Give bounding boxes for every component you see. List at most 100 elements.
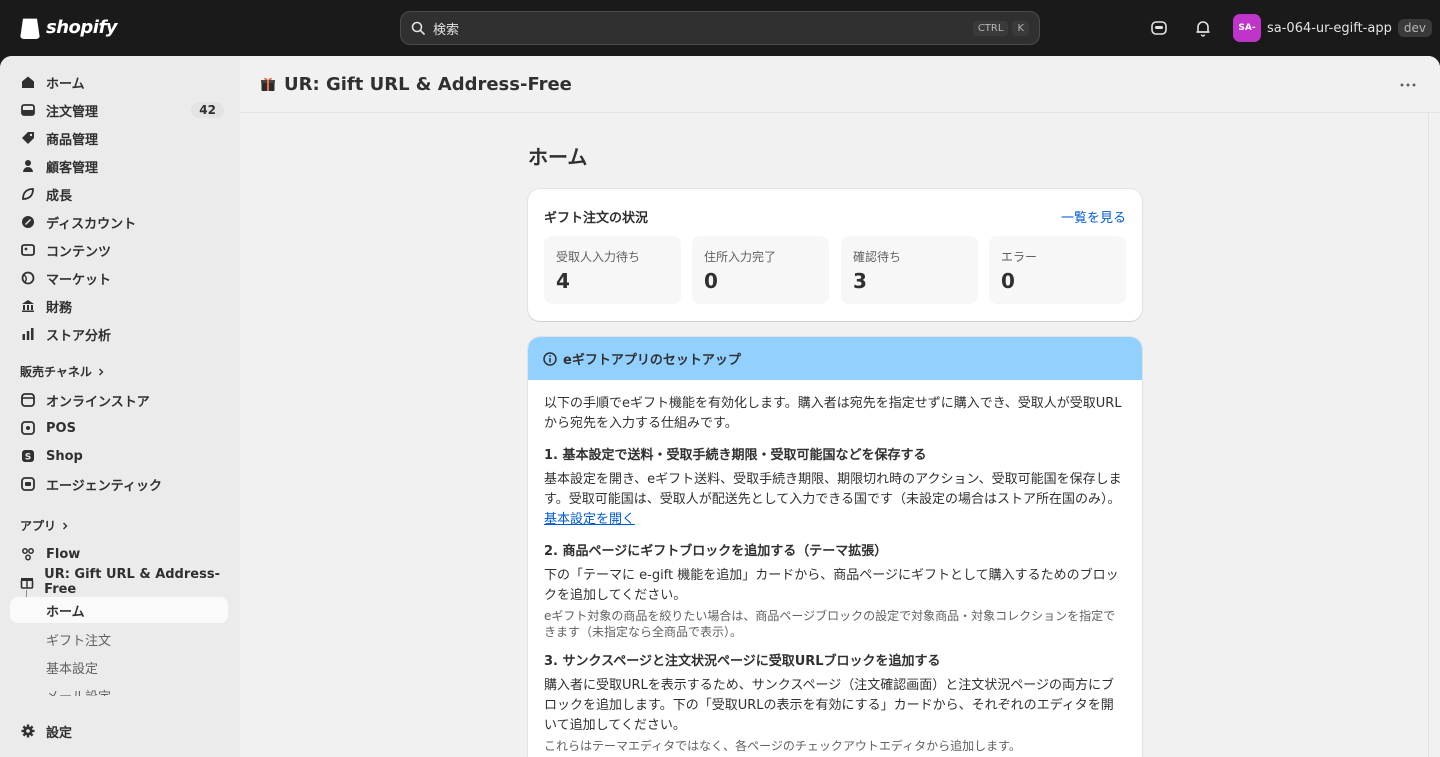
gear-icon <box>20 723 36 739</box>
growth-icon <box>20 186 36 202</box>
store-icon <box>20 392 36 408</box>
assistant-icon[interactable] <box>1148 17 1170 39</box>
sidebar-item-label: 設定 <box>46 725 73 741</box>
open-settings-link[interactable]: 基本設定を開く <box>544 512 635 527</box>
sidebar-item-label: マーケット <box>46 272 112 288</box>
ellipsis-icon <box>1400 83 1416 87</box>
sidebar-item-label: 顧客管理 <box>46 160 99 176</box>
stat-address-complete[interactable]: 住所入力完了 0 <box>692 236 829 304</box>
sidebar-item-agentic[interactable]: エージェンティック <box>10 471 228 497</box>
sidebar-item-content[interactable]: コンテンツ <box>10 237 228 263</box>
home-icon <box>20 74 36 90</box>
sidebar-item-label: UR: Gift URL & Address-Free <box>44 567 220 597</box>
sidebar-item-label: エージェンティック <box>46 478 162 494</box>
app-title-bar: UR: Gift URL & Address-Free <box>240 56 1440 113</box>
store-switcher[interactable]: SA- sa-064-ur-egift-app dev <box>1233 14 1432 42</box>
sidebar-item-label: Flow <box>46 546 81 562</box>
store-avatar: SA- <box>1233 14 1261 42</box>
stat-label: 住所入力完了 <box>704 250 777 264</box>
shopify-logo[interactable]: shopify <box>20 15 118 39</box>
view-all-link[interactable]: 一覧を見る <box>1061 207 1126 226</box>
admin-frame: ホーム 注文管理 42 商品管理 顧客管理 成長 ディスカウント コンテンツ マ… <box>0 56 1440 757</box>
sidebar-item-label: ディスカウント <box>46 216 137 232</box>
stat-label: 受取人入力待ち <box>556 250 641 264</box>
sidebar-item-gift-app[interactable]: UR: Gift URL & Address-Free <box>10 567 228 597</box>
stat-error[interactable]: エラー 0 <box>989 236 1126 304</box>
sidebar-item-label: オンラインストア <box>46 394 150 410</box>
svg-text:S: S <box>25 453 31 463</box>
setup-banner-title: eギフトアプリのセットアップ <box>563 353 741 368</box>
globe-icon <box>20 270 36 286</box>
sidebar-item-label: ホーム <box>46 76 85 92</box>
sidebar-item-home[interactable]: ホーム <box>10 69 228 95</box>
page-title: ホーム <box>528 145 588 169</box>
sidebar-item-analytics[interactable]: ストア分析 <box>10 321 228 347</box>
shortcut-key: K <box>1012 20 1029 36</box>
gift-order-status-card: ギフト注文の状況 一覧を見る 受取人入力待ち 4 住所入力完了 0 確認待ち 3… <box>528 189 1142 321</box>
shop-icon: S <box>20 448 36 464</box>
sidebar-item-settings[interactable]: 設定 <box>10 718 228 744</box>
tag-icon <box>20 130 36 146</box>
sidebar-item-customers[interactable]: 顧客管理 <box>10 153 228 179</box>
stat-value: 4 <box>556 269 570 293</box>
orders-icon <box>20 102 36 118</box>
sales-channels-heading[interactable]: 販売チャネル <box>20 363 106 380</box>
logo-text: shopify <box>46 16 118 38</box>
sidebar-item-online-store[interactable]: オンラインストア <box>10 387 228 413</box>
bell-icon[interactable] <box>1192 17 1214 39</box>
search-input[interactable]: 検索 CTRL K <box>400 11 1040 45</box>
apps-heading[interactable]: アプリ <box>20 517 70 534</box>
setup-card: eギフトアプリのセットアップ 以下の手順でeギフト機能を有効化します。購入者は宛… <box>528 337 1142 757</box>
flow-icon <box>20 546 36 562</box>
step-2-note: eギフト対象の商品を絞りたい場合は、商品ページブロックの設定で対象商品・対象コレ… <box>544 609 1116 639</box>
top-bar: shopify 検索 CTRL K SA- sa-064-ur-egift-ap… <box>0 0 1440 56</box>
sidebar-item-finance[interactable]: 財務 <box>10 293 228 319</box>
gift-app-icon <box>20 574 34 590</box>
step-2-body: 下の「テーマに e-gift 機能を追加」カードから、商品ページにギフトとして購… <box>544 568 1119 603</box>
sidebar-item-label: 財務 <box>46 300 73 316</box>
page-content: ホーム ギフト注文の状況 一覧を見る 受取人入力待ち 4 住所入力完了 0 確認… <box>240 113 1428 757</box>
stat-label: エラー <box>1001 250 1038 264</box>
card-title: ギフト注文の状況 <box>544 211 649 226</box>
step-1-body: 基本設定を開き、eギフト送料、受取手続き期限、期限切れ時のアクション、受取可能国… <box>544 470 1126 530</box>
apps-label: アプリ <box>20 519 57 533</box>
sidebar-item-label: コンテンツ <box>46 244 112 260</box>
scrollbar[interactable] <box>1428 113 1440 757</box>
info-icon <box>543 351 557 366</box>
sidebar-subitem-email[interactable]: メール設定 <box>46 686 111 696</box>
sidebar-item-label: Shop <box>46 448 83 464</box>
stat-awaiting-recipient[interactable]: 受取人入力待ち 4 <box>544 236 681 304</box>
sidebar-item-discounts[interactable]: ディスカウント <box>10 209 228 235</box>
store-badge: dev <box>1397 19 1432 37</box>
shortcut-ctrl: CTRL <box>972 20 1009 36</box>
sidebar-item-products[interactable]: 商品管理 <box>10 125 228 151</box>
step-3-body: 購入者に受取URLを表示するため、サンクスページ（注文確認画面）と注文状況ページ… <box>544 678 1114 733</box>
sidebar-item-label: 商品管理 <box>46 132 99 148</box>
setup-banner: eギフトアプリのセットアップ <box>528 337 1142 380</box>
sidebar-subitem-settings[interactable]: 基本設定 <box>46 658 98 677</box>
stat-value: 0 <box>1001 269 1015 293</box>
sidebar-item-markets[interactable]: マーケット <box>10 265 228 291</box>
sidebar-item-growth[interactable]: 成長 <box>10 181 228 207</box>
step-2-title: 2. 商品ページにギフトブロックを追加する（テーマ拡張） <box>544 544 888 559</box>
sidebar-subitem-home[interactable]: ホーム <box>10 597 228 623</box>
sidebar-subitem-gift-orders[interactable]: ギフト注文 <box>46 630 111 649</box>
main-area: UR: Gift URL & Address-Free ホーム ギフト注文の状況… <box>240 56 1440 757</box>
search-placeholder: 検索 <box>433 22 460 38</box>
setup-body: 以下の手順でeギフト機能を有効化します。購入者は宛先を指定せずに購入でき、受取人… <box>528 380 1142 757</box>
gift-app-icon <box>260 76 276 92</box>
sidebar-item-shop[interactable]: S Shop <box>10 443 228 469</box>
step-3-title: 3. サンクスページと注文状況ページに受取URLブロックを追加する <box>544 654 941 669</box>
step-1-title: 1. 基本設定で送料・受取手続き期限・受取可能国などを保存する <box>544 448 927 463</box>
chevron-right-icon <box>98 368 104 375</box>
analytics-icon <box>20 326 36 342</box>
more-actions-button[interactable] <box>1400 76 1416 91</box>
sidebar-item-orders[interactable]: 注文管理 42 <box>10 97 228 123</box>
pos-icon <box>20 420 36 436</box>
app-title: UR: Gift URL & Address-Free <box>284 73 572 95</box>
discount-icon <box>20 214 36 230</box>
setup-intro: 以下の手順でeギフト機能を有効化します。購入者は宛先を指定せずに購入でき、受取人… <box>544 396 1122 431</box>
sidebar-item-pos[interactable]: POS <box>10 415 228 441</box>
sidebar-item-flow[interactable]: Flow <box>10 541 228 567</box>
stat-pending-confirmation[interactable]: 確認待ち 3 <box>841 236 978 304</box>
